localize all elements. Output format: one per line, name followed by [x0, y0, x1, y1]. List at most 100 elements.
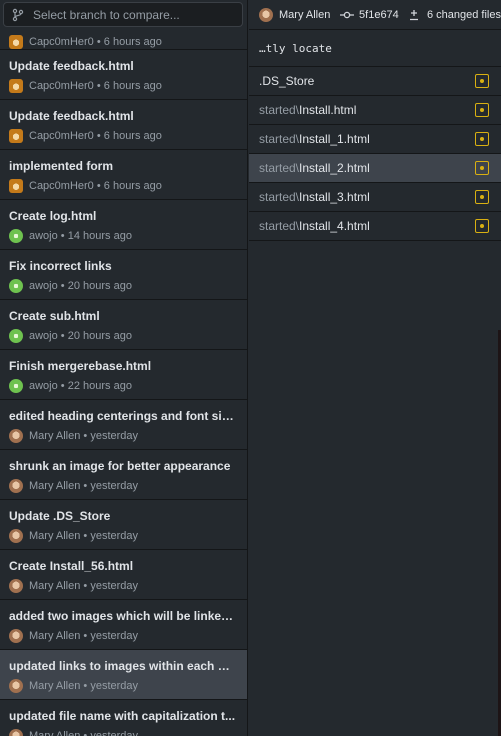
commit-list-item[interactable]: Create log.html awojo • 14 hours ago: [0, 200, 247, 250]
commit-time: yesterday: [90, 480, 139, 492]
commit-author: awojo: [29, 380, 58, 392]
commit-title: Update .DS_Store: [9, 509, 111, 523]
awojo-avatar: [9, 379, 23, 393]
mary-allen-avatar: [9, 529, 23, 543]
file-name: Install_4.html: [299, 219, 370, 233]
changed-file-item[interactable]: started\ Install_2.html: [249, 154, 501, 183]
commit-list-item[interactable]: Create Install_56.html Mary Allen • yeste…: [0, 550, 247, 600]
commit-list-item[interactable]: implemented form Capc0mHer0 • 6 hours ago: [0, 150, 247, 200]
capc0mher0-avatar: [9, 79, 23, 93]
author-avatar: [259, 7, 273, 22]
commit-list-item[interactable]: Update feedback.html Capc0mHer0 • 6 hours…: [0, 50, 247, 100]
commit-time: 22 hours ago: [67, 380, 132, 392]
commit-sha[interactable]: 5f1e674: [359, 9, 399, 21]
commit-author: Mary Allen: [29, 580, 81, 592]
file-modified-icon: [475, 74, 489, 88]
commit-list-item[interactable]: updated file name with capitalization t.…: [0, 700, 247, 736]
commit-time: yesterday: [90, 630, 139, 642]
commit-meta: awojo • 20 hours ago: [9, 279, 247, 293]
commit-author: awojo: [29, 330, 58, 342]
commit-time: 20 hours ago: [67, 280, 132, 292]
meta-separator: •: [80, 630, 91, 642]
meta-separator: •: [93, 180, 104, 192]
meta-separator: •: [57, 280, 68, 292]
file-name: Install.html: [299, 103, 357, 117]
commit-time: 20 hours ago: [67, 330, 132, 342]
commit-meta: Mary Allen • yesterday: [9, 579, 247, 593]
commit-time: 14 hours ago: [67, 230, 132, 242]
mary-allen-avatar: [9, 679, 23, 693]
app-window: Capc0mHer0 • 6 hours ago Update feedback.…: [0, 0, 501, 736]
meta-separator: •: [93, 36, 104, 48]
commit-time: yesterday: [90, 680, 139, 692]
changed-file-item[interactable]: started\ Install.html: [249, 96, 501, 125]
commit-author: Capc0mHer0: [29, 180, 94, 192]
commit-title: Create log.html: [9, 209, 97, 223]
changed-file-item[interactable]: started\ Install_4.html: [249, 212, 501, 241]
file-name: Install_3.html: [299, 190, 370, 204]
commit-meta: Mary Allen • yesterday: [9, 729, 247, 736]
awojo-avatar: [9, 329, 23, 343]
changed-file-item[interactable]: .DS_Store: [249, 67, 501, 96]
commit-author: Mary Allen: [29, 730, 81, 736]
changed-file-item[interactable]: started\ Install_1.html: [249, 125, 501, 154]
commit-detail-panel: Mary Allen 5f1e674 6 changed files …tly …: [249, 0, 501, 736]
meta-separator: •: [80, 430, 91, 442]
capc0mher0-avatar: [9, 35, 23, 49]
mary-allen-avatar: [9, 479, 23, 493]
commit-time: yesterday: [90, 530, 139, 542]
commit-title: Update feedback.html: [9, 109, 134, 123]
file-modified-icon: [475, 161, 489, 175]
commit-meta: Capc0mHer0 • 6 hours ago: [9, 79, 247, 93]
commit-author: Capc0mHer0: [29, 36, 94, 48]
changed-file-list: .DS_Store started\ Install.html started\ Ins…: [249, 67, 501, 241]
commit-meta: Mary Allen • yesterday: [9, 629, 247, 643]
commit-time: 6 hours ago: [103, 80, 162, 92]
commit-title: shrunk an image for better appearance: [9, 459, 231, 473]
file-modified-icon: [475, 132, 489, 146]
commit-author: Mary Allen: [29, 530, 81, 542]
commit-list-item[interactable]: Fix incorrect links awojo • 20 hours ago: [0, 250, 247, 300]
branch-compare-input[interactable]: Select branch to compare...: [3, 2, 243, 27]
meta-separator: •: [80, 530, 91, 542]
awojo-avatar: [9, 229, 23, 243]
file-modified-icon: [475, 219, 489, 233]
commit-list-item[interactable]: updated links to images within each of .…: [0, 650, 247, 700]
commit-detail-header: Mary Allen 5f1e674 6 changed files: [249, 0, 501, 30]
commit-list-item[interactable]: Update .DS_Store Mary Allen • yesterday: [0, 500, 247, 550]
commit-list-item[interactable]: edited heading centerings and font siz..…: [0, 400, 247, 450]
commit-time: yesterday: [90, 430, 139, 442]
commit-list-item[interactable]: Update feedback.html Capc0mHer0 • 6 hours…: [0, 100, 247, 150]
changed-file-item[interactable]: started\ Install_3.html: [249, 183, 501, 212]
commit-time: yesterday: [90, 730, 139, 736]
commit-title: edited heading centerings and font siz..…: [9, 409, 237, 423]
commit-title: updated links to images within each of .…: [9, 659, 237, 673]
commit-list-item[interactable]: shrunk an image for better appearance Mar…: [0, 450, 247, 500]
commit-title: Update feedback.html: [9, 59, 134, 73]
diff-icon: [408, 9, 422, 21]
meta-separator: •: [80, 580, 91, 592]
commit-time: 6 hours ago: [103, 130, 162, 142]
git-commit-icon: [340, 9, 355, 21]
file-directory: started\: [259, 219, 300, 233]
commit-title: implemented form: [9, 159, 114, 173]
commit-meta: Mary Allen • yesterday: [9, 679, 247, 693]
commit-list-item[interactable]: Create sub.html awojo • 20 hours ago: [0, 300, 247, 350]
meta-separator: •: [80, 730, 91, 736]
git-branch-icon: [11, 8, 25, 22]
commit-meta: Capc0mHer0 • 6 hours ago: [9, 129, 247, 143]
capc0mher0-avatar: [9, 129, 23, 143]
commit-meta: awojo • 14 hours ago: [9, 229, 247, 243]
commit-author: awojo: [29, 230, 58, 242]
commit-list-item[interactable]: added two images which will be linked ..…: [0, 600, 247, 650]
file-name: .DS_Store: [259, 74, 315, 88]
file-directory: started\: [259, 103, 300, 117]
file-modified-icon: [475, 103, 489, 117]
mary-allen-avatar: [9, 629, 23, 643]
commit-title: updated file name with capitalization t.…: [9, 709, 236, 723]
commit-list-item[interactable]: Finish mergerebase.html awojo • 22 hours …: [0, 350, 247, 400]
commit-meta: Capc0mHer0 • 6 hours ago: [9, 35, 247, 49]
commit-time: 6 hours ago: [103, 180, 162, 192]
commit-time: yesterday: [90, 580, 139, 592]
commit-meta: Mary Allen • yesterday: [9, 429, 247, 443]
